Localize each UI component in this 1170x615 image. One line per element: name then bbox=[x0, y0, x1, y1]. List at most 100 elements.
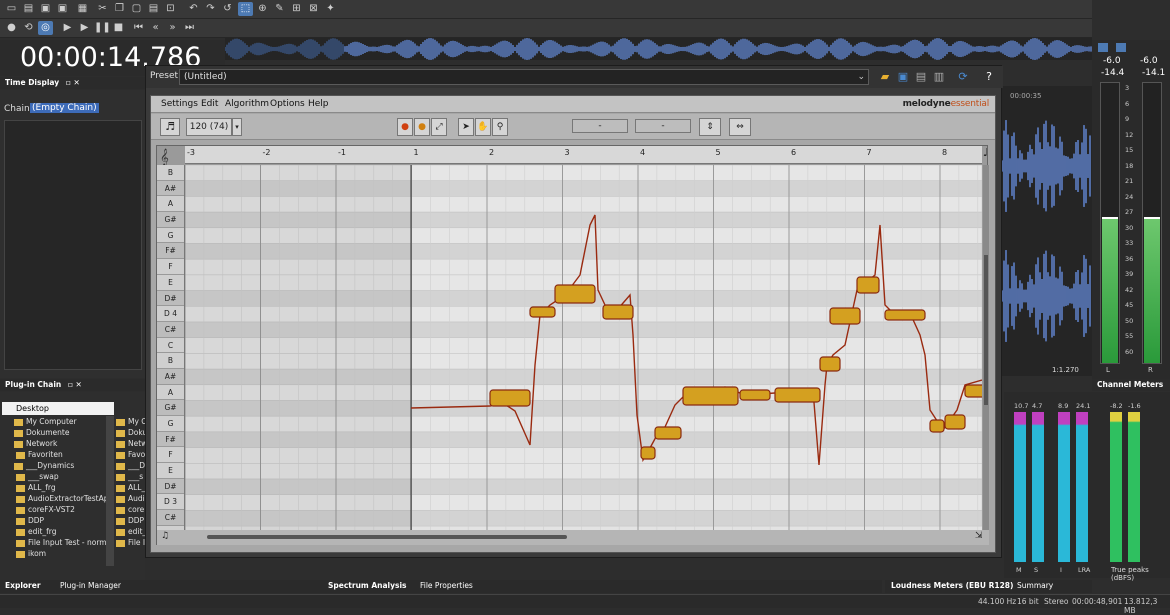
pause-icon[interactable]: ❚❚ bbox=[94, 21, 111, 35]
scrub-tool-icon[interactable]: ⊠ bbox=[306, 2, 321, 16]
pointer-tool-icon[interactable]: ➤ bbox=[458, 118, 474, 136]
tab-explorer[interactable]: Explorer bbox=[5, 580, 41, 592]
vertical-scrollbar[interactable] bbox=[983, 165, 989, 530]
piano-key[interactable]: G# bbox=[157, 400, 184, 416]
list-item[interactable]: ALL_ bbox=[116, 482, 146, 493]
timing-tool-icon[interactable]: ⤢ bbox=[431, 118, 447, 136]
piano-key[interactable]: D# bbox=[157, 290, 184, 307]
undo-icon[interactable]: ↶ bbox=[186, 2, 201, 16]
piano-key[interactable]: A bbox=[157, 385, 184, 401]
list-item[interactable]: edit_ bbox=[116, 526, 146, 537]
piano-key[interactable]: A# bbox=[157, 180, 184, 197]
piano-key[interactable]: G bbox=[157, 416, 184, 432]
close-icon[interactable]: ▫ ✕ bbox=[66, 78, 80, 87]
explorer-item[interactable]: ikom bbox=[8, 548, 108, 559]
mix-icon[interactable]: ▤ bbox=[146, 2, 161, 16]
list-item[interactable]: ___s bbox=[116, 471, 146, 482]
list-item[interactable]: Doku bbox=[116, 427, 146, 438]
menu-algorithm[interactable]: Algorithm bbox=[225, 99, 269, 109]
piano-key[interactable]: F# bbox=[157, 243, 184, 260]
new-file-icon[interactable]: ▭ bbox=[4, 2, 19, 16]
save-all-icon[interactable]: ▣ bbox=[55, 2, 70, 16]
piano-key[interactable]: D 4 bbox=[157, 306, 184, 322]
list-item[interactable]: File I bbox=[116, 537, 146, 548]
piano-key[interactable]: E bbox=[157, 275, 184, 291]
overview-waveform[interactable] bbox=[224, 38, 1092, 60]
stop-icon[interactable]: ■ bbox=[111, 21, 126, 35]
edit-tool-icon[interactable]: ⬚ bbox=[238, 2, 253, 16]
piano-key[interactable]: F bbox=[157, 259, 184, 275]
waveform-right[interactable]: 00:00:35 1:1.270 bbox=[1002, 86, 1092, 376]
loop-icon[interactable]: ⟲ bbox=[21, 21, 36, 35]
explorer-item[interactable]: AudioExtractorTestApp bbox=[8, 493, 113, 504]
explorer-item[interactable]: Favoriten bbox=[8, 449, 108, 460]
open-folder-icon[interactable]: ▰ bbox=[878, 70, 892, 83]
piano-key[interactable]: B bbox=[157, 165, 184, 181]
list-item[interactable]: Favo bbox=[116, 449, 146, 460]
resize-icon[interactable]: ⇲ bbox=[975, 531, 983, 541]
bar-ruler[interactable]: -3 -2 -1 1 2 3 4 5 6 7 8 bbox=[185, 146, 982, 164]
paste-icon[interactable]: ▢ bbox=[129, 2, 144, 16]
piano-key[interactable]: C# bbox=[157, 321, 184, 338]
menu-edit[interactable]: Edit bbox=[201, 99, 218, 109]
explorer-item[interactable]: DDP bbox=[8, 515, 108, 526]
list-item[interactable]: ___D bbox=[116, 460, 146, 471]
piano-key[interactable]: C# bbox=[157, 510, 184, 526]
meter-option-2-icon[interactable] bbox=[1116, 43, 1126, 52]
magnify-tool-icon[interactable]: ⊕ bbox=[255, 2, 270, 16]
piano-key[interactable]: F bbox=[157, 447, 184, 464]
save-preset-icon[interactable]: ▣ bbox=[896, 70, 910, 83]
transport-sync-icon[interactable]: ♬ bbox=[160, 118, 180, 136]
explorer-item[interactable]: My Computer bbox=[8, 416, 108, 427]
meter-option-1-icon[interactable] bbox=[1098, 43, 1108, 52]
list-item[interactable]: My C bbox=[116, 416, 146, 427]
menu-help[interactable]: Help bbox=[308, 99, 329, 109]
list-item[interactable]: Netw bbox=[116, 438, 146, 449]
zoom-tool-icon[interactable]: ⚲ bbox=[492, 118, 508, 136]
piano-key[interactable]: E bbox=[157, 463, 184, 479]
explorer-item[interactable]: Dokumente bbox=[8, 427, 108, 438]
go-start-icon[interactable]: ⏮ bbox=[131, 21, 146, 35]
menu-options[interactable]: Options bbox=[270, 99, 305, 109]
piano-key[interactable]: A# bbox=[157, 368, 184, 385]
redo-icon[interactable]: ↷ bbox=[203, 2, 218, 16]
go-end-icon[interactable]: ⏭ bbox=[182, 21, 197, 35]
piano-key[interactable]: B bbox=[157, 353, 184, 369]
play-all-icon[interactable]: ▶ bbox=[60, 21, 75, 35]
plugin-icon[interactable]: ✦ bbox=[323, 2, 338, 16]
forward-icon[interactable]: » bbox=[165, 21, 180, 35]
hand-tool-icon[interactable]: ✋ bbox=[475, 118, 491, 136]
history-icon[interactable]: ↺ bbox=[220, 2, 235, 16]
open-file-icon[interactable]: ▤ bbox=[21, 2, 36, 16]
piano-keys[interactable]: B A# A G# G F# F E D# D 4 C# C B A# A G# G F# F E D# D 3 C# bbox=[157, 165, 185, 530]
horizontal-scrollbar[interactable] bbox=[207, 535, 567, 539]
pitch-grid[interactable] bbox=[185, 165, 982, 530]
explorer-item[interactable]: edit_frg bbox=[8, 526, 108, 537]
explorer-item[interactable]: Network bbox=[8, 438, 108, 449]
piano-key[interactable]: A bbox=[157, 196, 184, 213]
explorer-item[interactable]: ___swap bbox=[8, 471, 108, 482]
play-icon[interactable]: ▶ bbox=[77, 21, 92, 35]
pencil-tool-icon[interactable]: ✎ bbox=[272, 2, 287, 16]
delete-preset-icon[interactable]: ▥ bbox=[932, 70, 946, 83]
tab-file-properties[interactable]: File Properties bbox=[420, 580, 473, 592]
menu-settings[interactable]: Settings bbox=[161, 99, 198, 109]
explorer-scrollbar[interactable] bbox=[106, 416, 114, 566]
explorer-item[interactable]: ___Dynamics bbox=[8, 460, 108, 471]
trim-icon[interactable]: ⊡ bbox=[163, 2, 178, 16]
preset-dropdown[interactable]: (Untitled) ⌄ bbox=[179, 69, 869, 85]
list-item[interactable]: DDP bbox=[116, 515, 146, 526]
chain-value[interactable]: (Empty Chain) bbox=[30, 103, 99, 113]
tab-loudness[interactable]: Loudness Meters (EBU R128) bbox=[891, 580, 1013, 592]
explorer-item[interactable]: ALL_frg bbox=[8, 482, 108, 493]
help-icon[interactable]: ? bbox=[982, 70, 996, 83]
piano-key[interactable]: C bbox=[157, 338, 184, 354]
list-item[interactable]: core bbox=[116, 504, 146, 515]
pitch-tool-icon[interactable]: ● bbox=[397, 118, 413, 136]
scale-snap-icon[interactable]: ⇕ bbox=[699, 118, 721, 136]
explorer-item[interactable]: coreFX-VST2 bbox=[8, 504, 108, 515]
explorer-root[interactable]: Desktop bbox=[2, 402, 114, 415]
list-item[interactable]: Audi bbox=[116, 493, 146, 504]
render-icon[interactable]: ▦ bbox=[75, 2, 90, 16]
time-snap-icon[interactable]: ⇔ bbox=[729, 118, 751, 136]
